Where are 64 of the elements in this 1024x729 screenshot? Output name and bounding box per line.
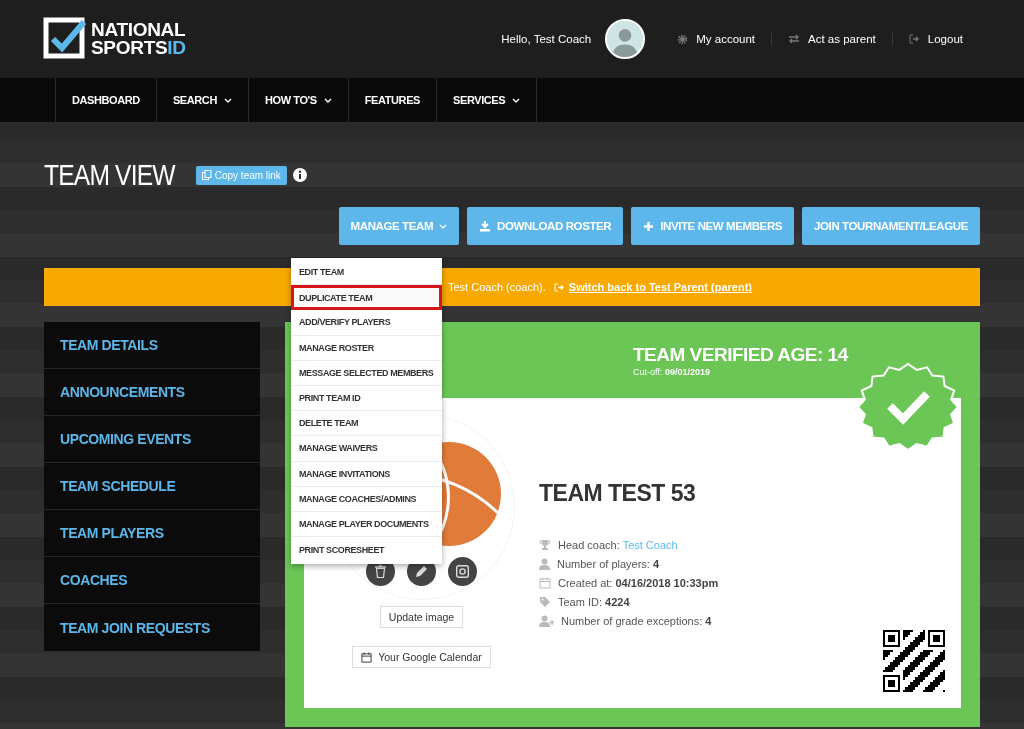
sidebar-item[interactable]: TEAM SCHEDULE bbox=[44, 463, 260, 510]
team-name: TEAM TEST 53 bbox=[539, 480, 697, 507]
menu-item[interactable]: PRINT SCORESHEET bbox=[291, 537, 442, 563]
qr-code-drawing bbox=[883, 630, 945, 692]
caret-icon bbox=[223, 97, 232, 103]
plus-icon bbox=[643, 220, 655, 232]
tag-icon bbox=[539, 595, 551, 608]
calendar-icon bbox=[361, 651, 373, 663]
detail-text: Team ID: 4224 bbox=[558, 595, 630, 608]
caret-icon bbox=[323, 97, 332, 103]
header-link[interactable]: My account bbox=[661, 33, 772, 45]
nav-item[interactable]: SERVICES bbox=[436, 78, 538, 122]
nav-item[interactable]: SEARCH bbox=[155, 78, 248, 122]
person-icon bbox=[539, 557, 550, 570]
sidebar-item[interactable]: ANNOUNCEMENTS bbox=[44, 369, 260, 416]
menu-item[interactable]: MANAGE WAIVERS bbox=[291, 436, 442, 462]
sidebar-item[interactable]: UPCOMING EVENTS bbox=[44, 416, 260, 463]
copy-icon bbox=[201, 170, 212, 180]
trash-icon bbox=[375, 565, 386, 578]
detail-text: Number of players: 4 bbox=[557, 557, 660, 570]
checkbox-logo-icon bbox=[43, 17, 87, 61]
avatar-silhouette bbox=[605, 19, 646, 59]
sidebar-item[interactable]: COACHES bbox=[44, 557, 260, 604]
sidebar-item[interactable]: TEAM DETAILS bbox=[44, 322, 260, 369]
sidebar-item[interactable]: TEAM JOIN REQUESTS bbox=[44, 604, 260, 651]
logo-text: NATIONAL SPORTSID bbox=[91, 21, 186, 57]
trophy-icon bbox=[539, 538, 551, 551]
greeting: Hello, Test Coach bbox=[501, 33, 592, 45]
gear-icon bbox=[677, 33, 689, 45]
menu-item[interactable]: ADD/VERIFY PLAYERS bbox=[291, 310, 442, 336]
menu-item[interactable]: DELETE TEAM bbox=[291, 411, 442, 437]
calendar-icon bbox=[539, 576, 551, 589]
banner-text: Test Coach (coach). bbox=[448, 281, 546, 293]
menu-item[interactable]: MANAGE INVITATIONS bbox=[291, 461, 442, 487]
page-title: TEAM VIEW bbox=[44, 158, 175, 192]
swap-arrows-icon bbox=[788, 34, 801, 44]
download-icon bbox=[479, 220, 492, 232]
caret-icon bbox=[439, 223, 448, 229]
person-add-icon bbox=[539, 614, 554, 627]
menu-item[interactable]: MANAGE COACHES/ADMINS bbox=[291, 486, 442, 512]
detail-text: Number of grade exceptions: 4 bbox=[561, 614, 712, 627]
nav-item[interactable]: HOW TO'S bbox=[247, 78, 348, 122]
menu-item[interactable]: EDIT TEAM bbox=[291, 260, 442, 286]
camera-icon bbox=[456, 565, 469, 578]
detail-text: Created at: 04/16/2018 10:33pm bbox=[558, 576, 719, 589]
menu-item[interactable]: MESSAGE SELECTED MEMBERS bbox=[291, 360, 442, 386]
caret-icon bbox=[512, 97, 521, 103]
menu-item[interactable]: MANAGE ROSTER bbox=[291, 335, 442, 361]
logout-icon bbox=[908, 34, 920, 44]
menu-item[interactable]: DUPLICATE TEAM bbox=[291, 285, 442, 311]
verified-age: TEAM VERIFIED AGE: 14 bbox=[633, 343, 850, 366]
google-calendar-button[interactable]: Your Google Calendar bbox=[352, 646, 491, 668]
nav-item[interactable]: DASHBOARD bbox=[55, 78, 156, 122]
header-link[interactable]: Act as parent bbox=[771, 33, 892, 45]
sidebar-item[interactable]: TEAM PLAYERS bbox=[44, 510, 260, 557]
detail-text: Head coach: Test Coach bbox=[558, 538, 678, 551]
nav-item[interactable]: FEATURES bbox=[347, 78, 436, 122]
logout-icon bbox=[553, 282, 565, 292]
cutoff-date: Cut-off: 09/01/2019 bbox=[633, 366, 711, 377]
menu-item[interactable]: PRINT TEAM ID bbox=[291, 385, 442, 412]
info-icon[interactable] bbox=[292, 168, 307, 182]
update-image-button[interactable]: Update image bbox=[379, 606, 464, 628]
menu-item[interactable]: MANAGE PLAYER DOCUMENTS bbox=[291, 511, 442, 538]
header-link[interactable]: Logout bbox=[891, 33, 979, 45]
